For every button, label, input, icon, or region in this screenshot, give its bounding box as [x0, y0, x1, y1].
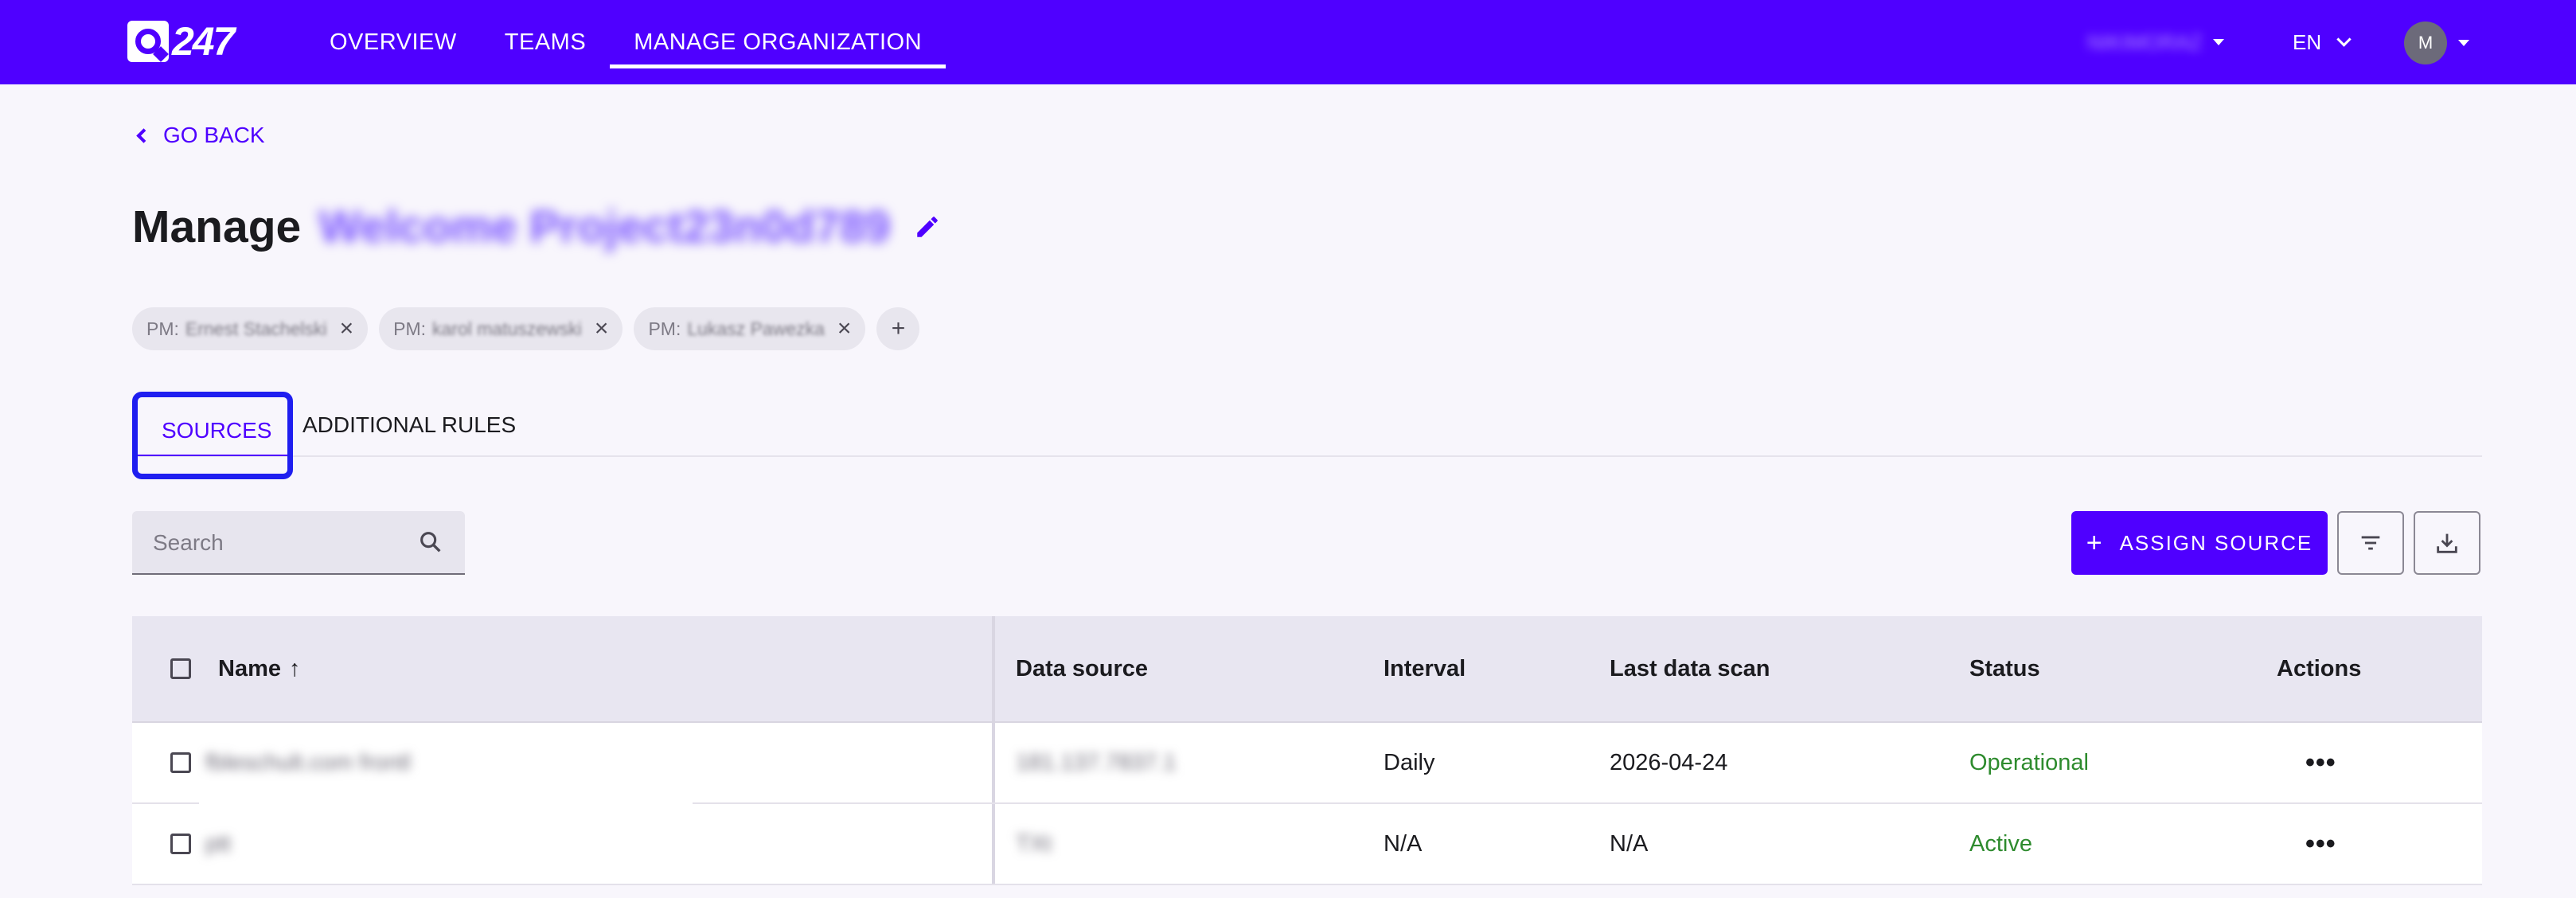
avatar: M — [2404, 21, 2447, 64]
pm-chip: PM: Ernest Stachelski × — [132, 307, 369, 350]
sort-arrow-up-icon: ↑ — [289, 655, 301, 681]
chip-name: karol matuszewski — [432, 318, 582, 339]
chevron-down-icon — [2336, 31, 2352, 47]
row-last-scan: 2026-04-24 — [1610, 749, 1728, 775]
close-icon[interactable]: × — [595, 317, 609, 341]
row-last-scan: N/A — [1610, 830, 1649, 857]
column-header-name[interactable]: Name ↑ — [218, 616, 301, 721]
pm-chip: PM: karol matuszewski × — [379, 307, 623, 350]
project-name: Welcome Project23n0d789 — [318, 201, 891, 252]
close-icon[interactable]: × — [340, 317, 354, 341]
chip-prefix: PM: — [648, 318, 681, 339]
column-header-interval: Interval — [1384, 655, 1466, 681]
table-header: Name ↑ Data source Interval Last data sc… — [132, 616, 2482, 723]
assign-source-label: ASSIGN SOURCE — [2119, 530, 2313, 555]
plus-icon: + — [2086, 527, 2102, 558]
chevron-left-icon — [136, 127, 151, 143]
search-input[interactable]: Search — [132, 511, 465, 575]
go-back-label: GO BACK — [163, 123, 265, 147]
chip-prefix: PM: — [393, 318, 427, 339]
column-header-last-scan: Last data scan — [1610, 655, 1770, 681]
language-label: EN — [2293, 30, 2322, 54]
chip-prefix: PM: — [146, 318, 179, 339]
column-divider — [992, 804, 995, 884]
edit-pencil-icon[interactable] — [914, 213, 941, 240]
user-menu[interactable]: M — [2404, 21, 2469, 64]
table-row[interactable]: ptt TXt N/A N/A Active ••• — [132, 804, 2482, 885]
download-button[interactable] — [2414, 511, 2480, 575]
project-manager-chips: PM: Ernest Stachelski × PM: karol matusz… — [132, 307, 920, 350]
row-name: ptt — [205, 830, 232, 857]
row-interval: Daily — [1384, 749, 1435, 775]
row-data-source: TXt — [1016, 830, 1052, 857]
tab-active-indicator — [138, 455, 287, 456]
column-divider[interactable] — [992, 616, 995, 721]
column-header-data-source: Data source — [1016, 655, 1149, 681]
row-data-source: 181.137.7837.1 — [1016, 749, 1177, 775]
language-selector[interactable]: EN — [2293, 0, 2352, 84]
chip-name: Lukasz Pawezka — [687, 318, 825, 339]
filter-icon — [2361, 536, 2380, 550]
nav-manage-organization[interactable]: MANAGE ORGANIZATION — [610, 0, 946, 84]
status-badge: Active — [1969, 830, 2032, 857]
table-row[interactable]: fbleschult.com frontl 181.137.7837.1 Dai… — [132, 723, 2482, 804]
pm-chip: PM: Lukasz Pawezka × — [634, 307, 866, 350]
column-divider — [992, 723, 995, 802]
row-name: fbleschult.com frontl — [205, 749, 411, 775]
tab-sources[interactable]: SOURCES — [132, 392, 293, 479]
header-name-label: Name — [218, 655, 281, 681]
main-nav: OVERVIEW TEAMS MANAGE ORGANIZATION — [306, 0, 946, 84]
more-actions-icon[interactable]: ••• — [2305, 804, 2336, 884]
nav-overview[interactable]: OVERVIEW — [306, 0, 481, 84]
chip-name: Ernest Stachelski — [185, 318, 327, 339]
assign-source-button[interactable]: + ASSIGN SOURCE — [2071, 511, 2328, 575]
status-badge: Operational — [1969, 749, 2089, 775]
more-actions-icon[interactable]: ••• — [2305, 723, 2336, 802]
sources-table: Name ↑ Data source Interval Last data sc… — [132, 616, 2482, 885]
search-placeholder: Search — [153, 530, 224, 555]
add-pm-button[interactable]: + — [876, 307, 920, 350]
caret-down-icon — [2458, 40, 2469, 46]
organization-switcher[interactable]: NIKIMORAZ — [2087, 0, 2262, 84]
app-logo[interactable]: 247 — [127, 19, 235, 64]
filter-button[interactable] — [2337, 511, 2404, 575]
column-header-actions: Actions — [2277, 655, 2362, 681]
logo-mark-icon — [127, 21, 169, 62]
logo-text: 247 — [172, 19, 235, 64]
caret-down-icon — [2213, 39, 2225, 45]
column-header-status: Status — [1969, 655, 2040, 681]
top-navigation-bar: 247 OVERVIEW TEAMS MANAGE ORGANIZATION N… — [0, 0, 2576, 84]
row-checkbox[interactable] — [170, 834, 191, 854]
close-icon[interactable]: × — [837, 317, 852, 341]
search-icon — [420, 532, 441, 552]
tab-additional-rules[interactable]: ADDITIONAL RULES — [302, 412, 516, 438]
tab-sources-label: SOURCES — [162, 418, 272, 443]
tab-bar: SOURCES ADDITIONAL RULES — [132, 392, 2482, 479]
download-icon — [2437, 533, 2457, 553]
go-back-link[interactable]: GO BACK — [136, 123, 265, 148]
organization-name: NIKIMORAZ — [2087, 30, 2203, 54]
page-title-prefix: Manage — [132, 201, 302, 252]
nav-teams[interactable]: TEAMS — [481, 0, 610, 84]
select-all-checkbox[interactable] — [170, 658, 191, 679]
page-title: Manage Welcome Project23n0d789 — [132, 201, 941, 253]
row-checkbox[interactable] — [170, 752, 191, 773]
row-interval: N/A — [1384, 830, 1423, 857]
